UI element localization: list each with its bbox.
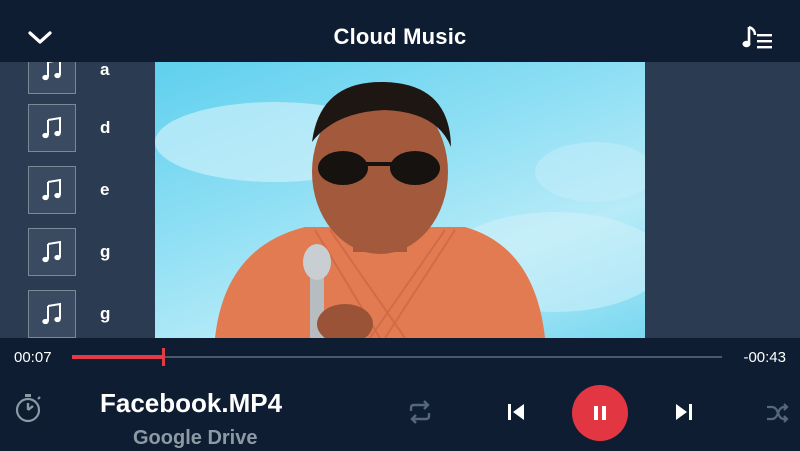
stopwatch-icon[interactable]	[12, 392, 44, 424]
track-label: a	[100, 62, 110, 79]
repeat-icon[interactable]	[406, 398, 434, 426]
music-note-icon	[28, 62, 76, 94]
track-label: g	[100, 304, 111, 323]
list-item[interactable]: d	[28, 104, 148, 152]
list-item[interactable]: g	[28, 290, 148, 338]
video-frame[interactable]	[155, 62, 645, 338]
music-note-icon	[28, 228, 76, 276]
skip-next-icon[interactable]	[670, 398, 698, 426]
song-source: Google Drive	[133, 427, 258, 449]
playlist: a d e g g	[0, 62, 155, 338]
list-item[interactable]: g	[28, 228, 148, 276]
player-controls: 00:07 -00:43 Facebook.MP4 Google Drive	[0, 338, 800, 451]
progress-handle[interactable]	[162, 348, 165, 366]
track-label: e	[100, 180, 110, 199]
page-title: Cloud Music	[333, 24, 467, 49]
pause-button[interactable]	[572, 385, 628, 441]
skip-previous-icon[interactable]	[502, 398, 530, 426]
progress-slider[interactable]	[72, 348, 722, 366]
list-item[interactable]: e	[28, 166, 148, 214]
video-still	[155, 81, 645, 338]
header-bar: Cloud Music	[0, 0, 800, 62]
elapsed-time: 00:07	[14, 349, 52, 366]
side-pane	[645, 62, 800, 338]
progress-fill	[72, 355, 163, 359]
music-note-icon	[28, 166, 76, 214]
shuffle-icon[interactable]	[764, 400, 790, 426]
track-label: d	[100, 118, 111, 137]
song-title: Facebook.MP4	[100, 388, 283, 418]
music-note-icon	[28, 104, 76, 152]
music-note-icon	[28, 290, 76, 338]
track-label: g	[100, 242, 111, 261]
pause-icon	[594, 406, 606, 420]
music-list-icon[interactable]	[740, 22, 776, 54]
remaining-time: -00:43	[743, 349, 786, 366]
list-item[interactable]: a	[28, 62, 148, 94]
